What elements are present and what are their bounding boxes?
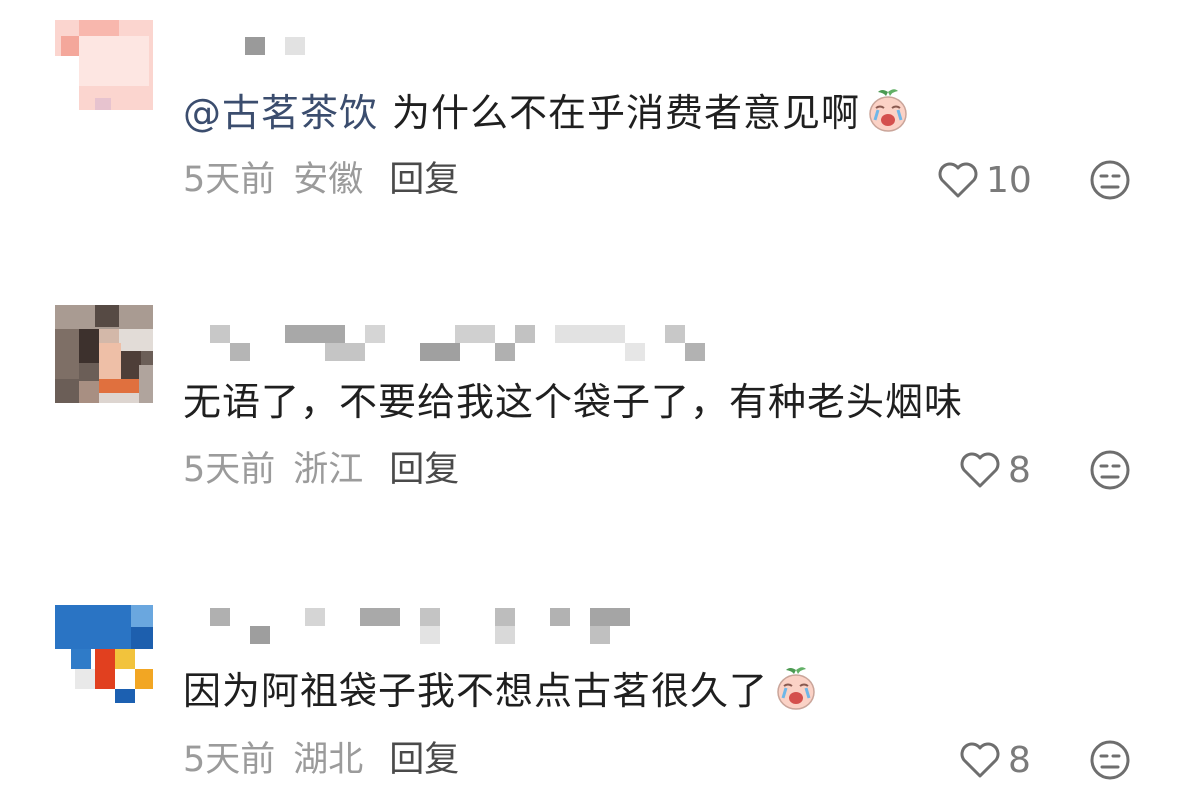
- mention-link[interactable]: @古茗茶饮: [183, 91, 378, 135]
- avatar[interactable]: [55, 305, 153, 403]
- reply-button[interactable]: 回复: [389, 740, 459, 780]
- comment-meta: 5天前 浙江 回复: [183, 448, 459, 492]
- reply-button[interactable]: 回复: [389, 160, 459, 200]
- dislike-button[interactable]: [1088, 158, 1132, 202]
- dislike-face-icon: [1090, 160, 1130, 200]
- location: 浙江: [293, 450, 364, 490]
- like-count: 8: [1008, 739, 1031, 781]
- heart-icon: [960, 742, 1000, 778]
- avatar[interactable]: [55, 12, 153, 110]
- comment-text: 因为阿祖袋子我不想点古茗很久了: [183, 664, 820, 723]
- reply-button[interactable]: 回复: [389, 450, 459, 490]
- like-count: 8: [1008, 449, 1031, 491]
- like-button[interactable]: 8: [958, 448, 1031, 492]
- avatar[interactable]: [55, 605, 153, 703]
- comment-body: 因为阿祖袋子我不想点古茗很久了: [183, 669, 769, 713]
- comment-meta: 5天前 湖北 回复: [183, 738, 459, 782]
- like-count: 10: [986, 159, 1032, 201]
- timestamp: 5天前: [183, 740, 276, 780]
- comment-text: @古茗茶饮 为什么不在乎消费者意见啊: [183, 86, 912, 145]
- heart-icon: [938, 162, 978, 198]
- dislike-face-icon: [1090, 740, 1130, 780]
- timestamp: 5天前: [183, 450, 276, 490]
- like-button[interactable]: 10: [936, 158, 1032, 202]
- location: 安徽: [293, 160, 364, 200]
- dislike-button[interactable]: [1088, 448, 1132, 492]
- heart-icon: [960, 452, 1000, 488]
- comment-body: 为什么不在乎消费者意见啊: [392, 91, 861, 135]
- comment-body: 无语了，不要给我这个袋子了，有种老头烟味: [183, 380, 964, 424]
- dislike-face-icon: [1090, 450, 1130, 490]
- like-button[interactable]: 8: [958, 738, 1031, 782]
- comment-meta: 5天前 安徽 回复: [183, 158, 459, 202]
- comment-text: 无语了，不要给我这个袋子了，有种老头烟味: [183, 378, 963, 426]
- dislike-button[interactable]: [1088, 738, 1132, 782]
- timestamp: 5天前: [183, 160, 276, 200]
- crying-radish-emoji-icon: [772, 664, 820, 723]
- location: 湖北: [293, 740, 364, 780]
- crying-radish-emoji-icon: [864, 86, 912, 145]
